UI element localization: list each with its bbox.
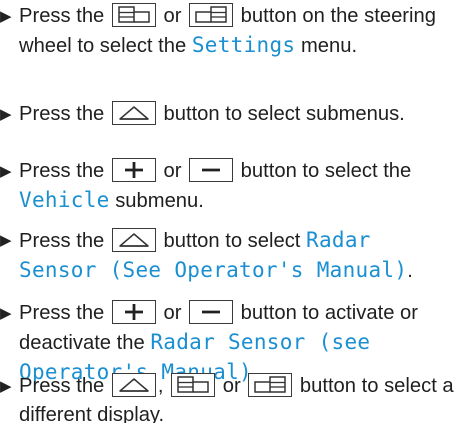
bullet-arrow-icon: ▶ <box>0 378 12 395</box>
menu-name-label: Vehicle <box>19 188 110 212</box>
minus-icon <box>189 158 234 182</box>
step-text-segment <box>371 230 377 252</box>
step-text-segment <box>370 332 376 354</box>
step-text-segment: or <box>157 302 188 324</box>
menu-name-label: Sensor (See Operator's Manual) <box>19 258 408 282</box>
up-arrow-icon <box>111 101 156 125</box>
instruction-step: ▶ Press the or button on the steering whe… <box>0 2 470 61</box>
step-text-segment: or <box>157 5 188 27</box>
menu-name-label: Settings <box>191 33 296 57</box>
step-text-segment: Press the <box>19 302 110 324</box>
step-text-segment: Press the <box>19 5 110 27</box>
step-text-segment: Press the <box>19 160 110 182</box>
instruction-step: ▶ Press the or button to select the Vehic… <box>0 157 470 216</box>
plus-icon <box>111 300 156 324</box>
instruction-step: ▶ Press the , or button to select a diffe… <box>0 372 470 423</box>
display-back-icon <box>111 3 156 27</box>
bullet-arrow-icon: ▶ <box>0 163 12 180</box>
step-text-segment: button to select <box>157 230 307 252</box>
bullet-arrow-icon: ▶ <box>0 305 12 322</box>
step-text-segment: button to select the <box>235 160 417 182</box>
step-text: Press the button to select Radar Sensor … <box>19 226 470 286</box>
menu-name-label: Radar Sensor (see <box>150 330 371 354</box>
bullet-arrow-icon: ▶ <box>0 8 12 25</box>
step-text-segment: or <box>217 375 247 397</box>
up-arrow-icon <box>111 373 156 397</box>
display-forward-icon <box>189 3 234 27</box>
up-arrow-icon <box>111 228 156 252</box>
display-forward-icon <box>248 373 293 397</box>
bullet-arrow-icon: ▶ <box>0 232 12 249</box>
menu-name-label: Radar <box>306 228 371 252</box>
step-text-segment: Press the <box>19 230 110 252</box>
step-text: Press the or button on the steering whee… <box>19 2 470 61</box>
bullet-arrow-icon: ▶ <box>0 106 12 123</box>
plus-icon <box>111 158 156 182</box>
step-text: Press the button to select submenus. <box>19 100 470 129</box>
step-text-segment: . <box>407 260 413 282</box>
step-text: Press the or button to select the Vehicl… <box>19 157 470 216</box>
step-text-segment: button to select submenus. <box>157 103 405 125</box>
instruction-step: ▶ Press the button to select Radar Sensor… <box>0 226 470 286</box>
step-text-segment: menu. <box>295 35 358 57</box>
step-text-segment: , <box>157 375 170 397</box>
instruction-page: ▶ Press the or button on the steering whe… <box>0 0 472 423</box>
step-text-segment: Press the <box>19 103 110 125</box>
instruction-step: ▶ Press the button to select submenus. <box>0 100 470 129</box>
step-text-segment: Press the <box>19 375 110 397</box>
display-back-icon <box>171 373 216 397</box>
step-text-segment: submenu. <box>109 190 204 212</box>
step-text-segment: or <box>157 160 188 182</box>
step-text: Press the , or button to select a differ… <box>19 372 470 423</box>
minus-icon <box>189 300 234 324</box>
